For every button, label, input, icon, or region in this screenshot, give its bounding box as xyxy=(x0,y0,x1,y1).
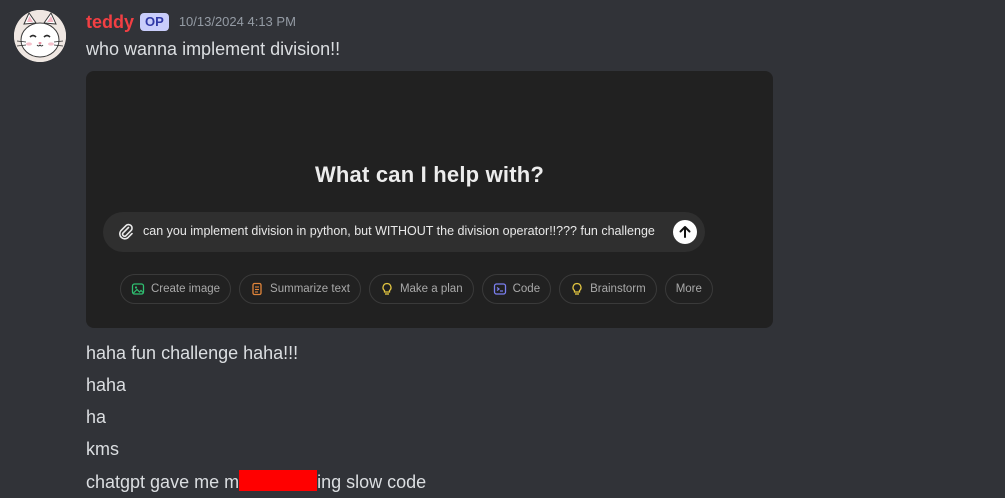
message-text-prefix: chatgpt gave me m xyxy=(86,472,240,492)
chip-label: Summarize text xyxy=(270,283,350,295)
cat-avatar-icon xyxy=(14,10,66,62)
suggestion-chips: Create image Summarize text Make a plan xyxy=(120,274,713,304)
prompt-text: can you implement division in python, bu… xyxy=(143,224,655,238)
image-icon xyxy=(131,283,145,295)
send-button xyxy=(673,220,697,244)
message-line: haha xyxy=(86,375,127,395)
chip-make-a-plan: Make a plan xyxy=(368,274,474,304)
chip-summarize-text: Summarize text xyxy=(239,274,361,304)
chip-label: More xyxy=(675,283,702,295)
message-line: kms xyxy=(86,439,119,459)
chip-create-image: Create image xyxy=(120,274,232,304)
chip-label: Create image xyxy=(151,283,221,295)
chip-more: More xyxy=(664,274,713,304)
discord-message: teddy OP 10/13/2024 4:13 PM who wanna im… xyxy=(0,0,1005,498)
chip-code: Code xyxy=(481,274,552,304)
chip-label: Make a plan xyxy=(399,283,463,295)
avatar[interactable] xyxy=(14,10,66,62)
chip-label: Code xyxy=(512,283,541,295)
message-line: ha xyxy=(86,407,107,427)
timestamp[interactable]: 10/13/2024 4:13 PM xyxy=(179,11,296,33)
message-header: teddy OP 10/13/2024 4:13 PM xyxy=(86,10,296,34)
chip-brainstorm: Brainstorm xyxy=(559,274,657,304)
username[interactable]: teddy xyxy=(86,11,134,33)
paperclip-icon xyxy=(119,223,133,240)
document-icon xyxy=(252,282,262,296)
message-text-suffix: ing slow code xyxy=(317,472,427,492)
embed-title: What can I help with? xyxy=(314,162,545,187)
image-attachment[interactable]: What can I help with? can you implement … xyxy=(86,71,773,328)
lightbulb-icon xyxy=(572,282,582,295)
message-line: who wanna implement division!! xyxy=(86,39,341,59)
redaction-box xyxy=(239,470,318,491)
op-badge: OP xyxy=(140,13,169,31)
message-line-last: chatgpt gave me m ing slow code xyxy=(86,470,426,494)
prompt-bar: can you implement division in python, bu… xyxy=(103,212,705,252)
message-line: haha fun challenge haha!!! xyxy=(86,343,299,363)
chip-label: Brainstorm xyxy=(590,283,646,295)
arrow-up-icon xyxy=(679,226,691,238)
lightbulb-icon xyxy=(382,282,392,295)
terminal-icon xyxy=(493,283,506,295)
